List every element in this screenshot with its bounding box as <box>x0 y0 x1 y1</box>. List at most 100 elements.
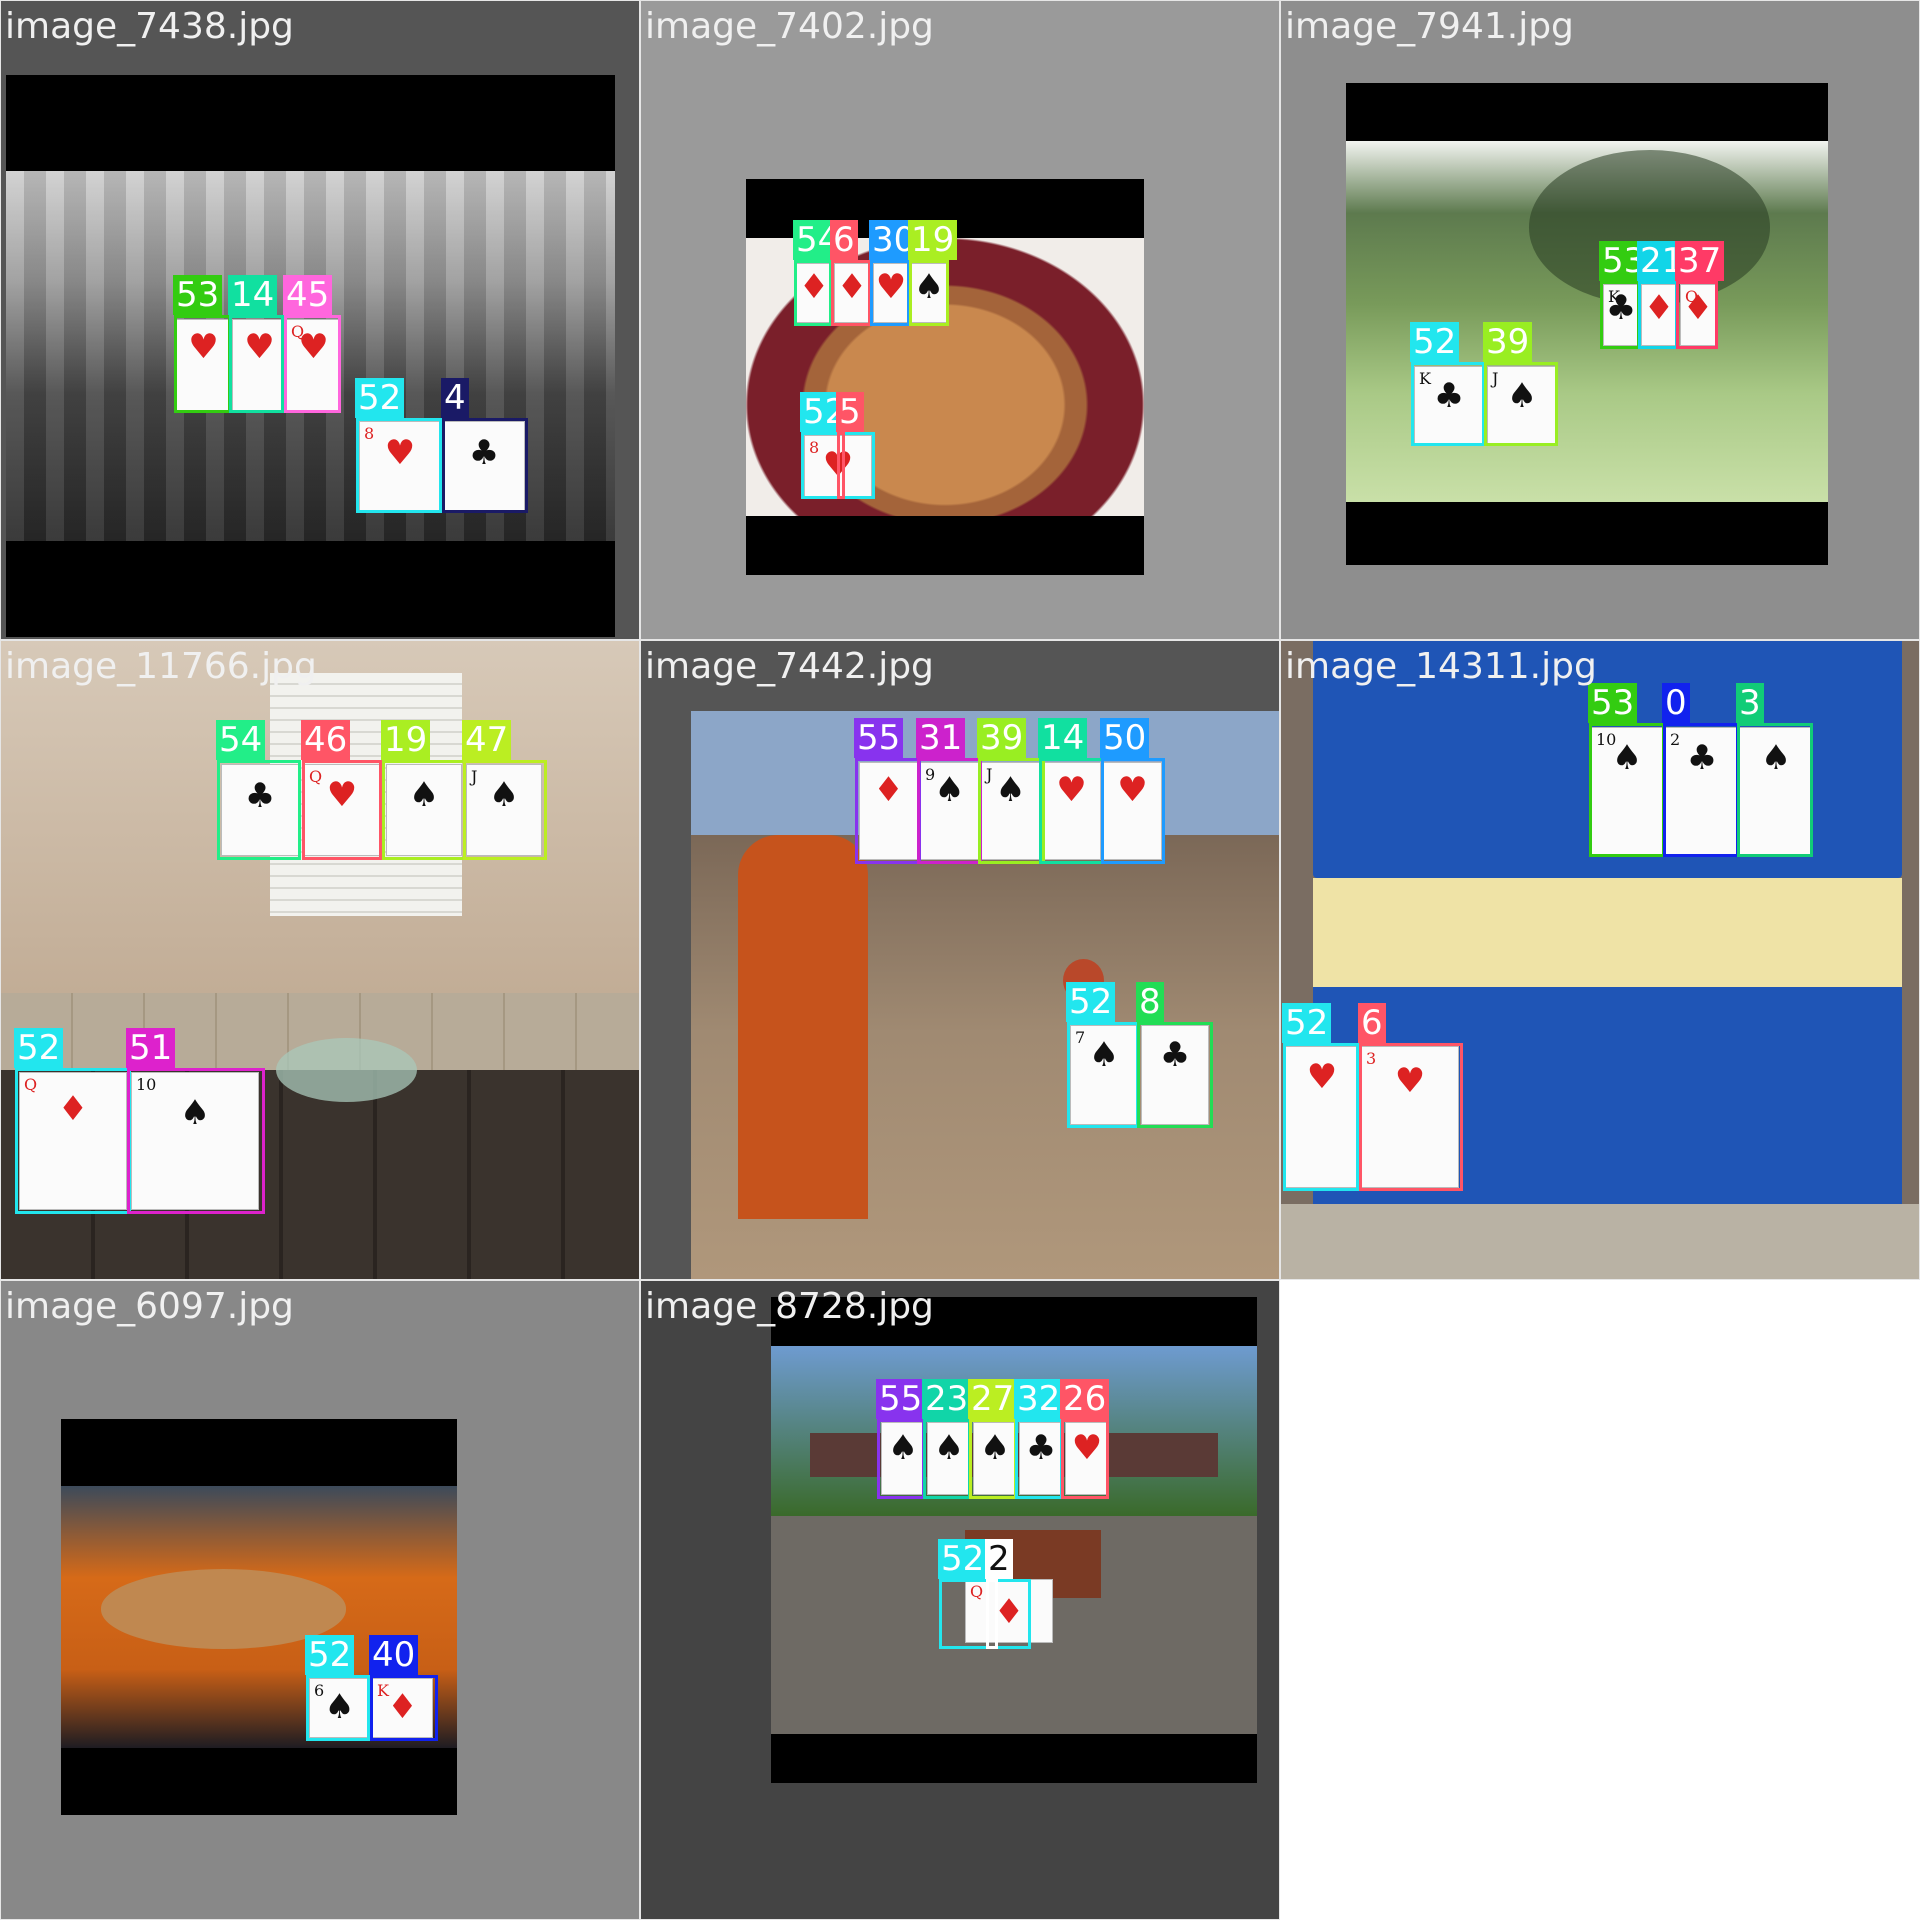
class-label: 31 <box>916 718 966 758</box>
class-label: 23 <box>922 1379 972 1419</box>
class-label: 52 <box>1282 1003 1332 1043</box>
bounding-box <box>370 1675 438 1741</box>
bounding-box <box>442 418 528 513</box>
bounding-box <box>909 260 949 326</box>
bounding-box <box>284 315 341 413</box>
image-filename: image_6097.jpg <box>5 1286 294 1327</box>
glass-sink <box>276 1037 417 1102</box>
class-label: 2 <box>985 1539 1013 1579</box>
class-label: 54 <box>216 720 266 760</box>
class-label: 6 <box>830 220 858 260</box>
class-label: 51 <box>126 1028 176 1068</box>
image-filename: image_11766.jpg <box>5 646 317 687</box>
bounding-box <box>1638 281 1678 349</box>
bounding-box <box>877 1419 925 1499</box>
bus-cream-band <box>1313 877 1902 987</box>
image-tile: 6 ♠ K ♦ 52 40 image_6097.jpg <box>0 1280 640 1920</box>
class-label: 8 <box>1136 982 1164 1022</box>
class-label: 19 <box>908 220 958 260</box>
class-label: 3 <box>1736 683 1764 723</box>
bounding-box <box>837 432 845 499</box>
class-label: 55 <box>876 1379 926 1419</box>
bounding-box <box>1589 723 1665 857</box>
class-label: 6 <box>1358 1003 1386 1043</box>
photo <box>771 1297 1257 1783</box>
class-label: 50 <box>1100 718 1150 758</box>
image-tile: ♠ ♠ ♠ ♣ ♥ Q ♦ 55 23 27 32 26 52 2 image_8728.jpg <box>640 1280 1280 1920</box>
class-label: 55 <box>854 718 904 758</box>
bounding-box <box>217 760 301 860</box>
image-tile: K ♣ ♦ Q ♦ K ♣ J ♠ 53 21 37 52 39 image_7941.jpg <box>1280 0 1920 640</box>
bounding-box <box>1411 362 1485 446</box>
image-filename: image_7438.jpg <box>5 6 294 47</box>
class-label: 52 <box>1410 322 1460 362</box>
bounding-box <box>1039 758 1104 864</box>
bounding-box <box>1676 281 1718 349</box>
bounding-box <box>969 1419 1017 1499</box>
bounding-box <box>382 760 466 860</box>
class-label: 14 <box>228 275 278 315</box>
bounding-box <box>1737 723 1813 857</box>
class-label: 52 <box>355 378 405 418</box>
bounding-box <box>1067 1022 1139 1128</box>
class-label: 52 <box>305 1635 355 1675</box>
image-tile: ♣ Q ♥ ♠ J ♠ Q ♦ 10 ♠ 54 46 19 47 52 51 image_11766.jpg <box>0 640 640 1280</box>
class-label: 40 <box>369 1635 419 1675</box>
bounding-box <box>1283 1043 1359 1191</box>
class-label: 52 <box>14 1028 64 1068</box>
bounding-box <box>1484 362 1558 446</box>
class-label: 19 <box>381 720 431 760</box>
image-tile: ♦ 9 ♠ J ♠ ♥ ♥ 7 ♠ ♣ 55 31 39 14 50 52 8 image_7442.jpg <box>640 640 1280 1280</box>
class-label: 53 <box>173 275 223 315</box>
bounding-box <box>1015 1419 1063 1499</box>
bounding-box <box>463 760 547 860</box>
bounding-box <box>1061 1419 1109 1499</box>
bounding-box <box>870 260 910 326</box>
class-label: 39 <box>1483 322 1533 362</box>
bounding-box <box>15 1068 131 1214</box>
class-label: 46 <box>301 720 351 760</box>
bounding-box <box>127 1068 265 1214</box>
class-label: 27 <box>968 1379 1018 1419</box>
bounding-box <box>174 315 231 413</box>
class-label: 52 <box>938 1539 988 1579</box>
image-tile: ♦ ♦ ♥ ♠ 8 ♥ 54 6 30 19 52 5 image_7402.jpg <box>640 0 1280 640</box>
class-label: 39 <box>977 718 1027 758</box>
image-filename: image_7941.jpg <box>1285 6 1574 47</box>
bounding-box <box>356 418 442 513</box>
image-tile: ♥ ♥ Q ♥ 8 ♥ ♣ 53 14 45 52 4 image_7438.jpg <box>0 0 640 640</box>
bounding-box <box>978 758 1045 864</box>
bounding-box <box>794 260 832 326</box>
image-filename: image_7442.jpg <box>645 646 934 687</box>
class-label: 47 <box>462 720 512 760</box>
bounding-box <box>1101 758 1165 864</box>
bounding-box <box>939 1579 1031 1649</box>
bounding-box <box>1359 1043 1463 1191</box>
bounding-box <box>923 1419 971 1499</box>
class-label: 14 <box>1038 718 1088 758</box>
bounding-box <box>306 1675 370 1741</box>
class-label: 52 <box>1066 982 1116 1022</box>
class-label: 26 <box>1060 1379 1110 1419</box>
class-label: 5 <box>836 392 864 432</box>
class-label: 4 <box>441 378 469 418</box>
bounding-box <box>1600 281 1640 349</box>
class-label: 45 <box>283 275 333 315</box>
photo <box>61 1419 457 1815</box>
bounding-box <box>855 758 921 864</box>
player-orange <box>738 835 868 1220</box>
bounding-box <box>831 260 871 326</box>
bounding-box <box>917 758 982 864</box>
class-label: 37 <box>1675 241 1725 281</box>
bounding-box <box>986 1579 998 1649</box>
bounding-box <box>229 315 284 413</box>
image-filename: image_14311.jpg <box>1285 646 1597 687</box>
class-label: 32 <box>1014 1379 1064 1419</box>
bounding-box <box>1137 1022 1213 1128</box>
class-label: 53 <box>1588 683 1638 723</box>
pavement <box>1281 1204 1919 1279</box>
image-tile: 10 ♠ 2 ♣ ♠ ♥ 3 ♥ 53 0 3 52 6 image_14311.jpg <box>1280 640 1920 1280</box>
image-filename: image_7402.jpg <box>645 6 934 47</box>
class-label: 0 <box>1662 683 1690 723</box>
bounding-box <box>1663 723 1739 857</box>
